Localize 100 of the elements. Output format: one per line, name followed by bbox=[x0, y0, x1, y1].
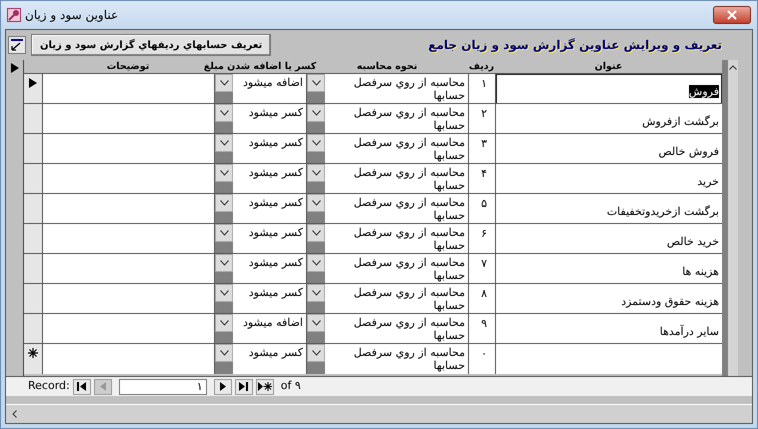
dropdown-field[interactable]: کسر میشود bbox=[214, 344, 306, 374]
table-cell: ۳ bbox=[468, 134, 495, 164]
notes-cell[interactable] bbox=[42, 74, 214, 104]
last-record-button[interactable] bbox=[234, 378, 253, 394]
chevron-down-icon bbox=[220, 110, 228, 116]
title-field[interactable]: سایر درآمدها bbox=[495, 314, 722, 344]
record-label: Record: bbox=[28, 378, 70, 394]
column-header: کسر یا اضافه شدن مبلغ bbox=[204, 60, 316, 73]
notes-cell[interactable] bbox=[42, 284, 214, 314]
scroll-left-icon[interactable] bbox=[12, 410, 17, 418]
dropdown-field[interactable]: کسر میشود bbox=[214, 104, 306, 134]
notes-cell[interactable] bbox=[42, 164, 214, 194]
close-icon bbox=[727, 10, 737, 20]
restore-icon[interactable] bbox=[8, 36, 26, 54]
table-cell: ۵ bbox=[468, 194, 495, 224]
new-record-button[interactable] bbox=[256, 378, 274, 394]
record-selector[interactable] bbox=[24, 314, 42, 344]
notes-cell[interactable] bbox=[42, 104, 214, 134]
record-selector[interactable] bbox=[24, 224, 42, 254]
record-count: of ۹ bbox=[280, 378, 301, 394]
first-icon bbox=[77, 382, 86, 391]
table-cell: ۴ bbox=[468, 164, 495, 194]
dropdown-field[interactable]: محاسبه از روي سرفصل حسابها bbox=[306, 254, 468, 284]
chevron-down-icon bbox=[312, 140, 320, 146]
record-selector[interactable] bbox=[24, 164, 42, 194]
dropdown-field[interactable]: اضافه میشود bbox=[214, 74, 306, 104]
dropdown-field[interactable]: کسر میشود bbox=[214, 194, 306, 224]
next-record-button[interactable] bbox=[214, 378, 232, 394]
chevron-down-icon bbox=[220, 350, 228, 356]
dropdown-field[interactable]: محاسبه از روي سرفصل حسابها bbox=[306, 224, 468, 254]
dropdown-field[interactable]: کسر میشود bbox=[214, 134, 306, 164]
record-number-field[interactable]: ۱ bbox=[118, 378, 207, 394]
dropdown-field[interactable]: محاسبه از روي سرفصل حسابها bbox=[306, 284, 468, 314]
dropdown-field[interactable]: محاسبه از روي سرفصل حسابها bbox=[306, 104, 468, 134]
form-icon bbox=[7, 8, 21, 22]
chevron-down-icon bbox=[220, 290, 228, 296]
next-icon bbox=[220, 382, 226, 391]
dropdown-field[interactable]: محاسبه از روي سرفصل حسابها bbox=[306, 344, 468, 374]
chevron-down-icon bbox=[312, 110, 320, 116]
first-record-button[interactable] bbox=[72, 378, 91, 394]
dropdown-field[interactable]: محاسبه از روي سرفصل حسابها bbox=[306, 134, 468, 164]
scroll-up-icon[interactable] bbox=[729, 65, 737, 70]
dropdown-field[interactable]: محاسبه از روي سرفصل حسابها bbox=[306, 314, 468, 344]
previous-icon bbox=[100, 382, 106, 391]
table-cell: ۷ bbox=[468, 254, 495, 284]
notes-cell[interactable] bbox=[42, 314, 214, 344]
table-cell: ۶ bbox=[468, 224, 495, 254]
chevron-down-icon bbox=[220, 260, 228, 266]
record-selector[interactable] bbox=[24, 344, 42, 374]
chevron-down-icon bbox=[312, 290, 320, 296]
form-title: تعریف و ویرایش عناوین گزارش سود و زیان جامع bbox=[428, 37, 722, 54]
dropdown-field[interactable]: محاسبه از روي سرفصل حسابها bbox=[306, 74, 468, 104]
chevron-down-icon bbox=[312, 230, 320, 236]
title-field[interactable]: خرید خالص bbox=[495, 224, 722, 254]
title-field[interactable]: فروش خالص bbox=[495, 134, 722, 164]
notes-cell[interactable] bbox=[42, 194, 214, 224]
record-selector[interactable] bbox=[24, 194, 42, 224]
title-field[interactable]: خرید bbox=[495, 164, 722, 194]
notes-cell[interactable] bbox=[42, 254, 214, 284]
dropdown-field[interactable]: اضافه میشود bbox=[214, 314, 306, 344]
chevron-down-icon bbox=[312, 80, 320, 86]
record-selector[interactable] bbox=[24, 284, 42, 314]
table-cell: ۹ bbox=[468, 314, 495, 344]
record-selector[interactable] bbox=[24, 134, 42, 164]
vertical-scrollbar[interactable] bbox=[722, 60, 738, 376]
column-header: نحوه محاسبه bbox=[356, 60, 418, 73]
chevron-down-icon bbox=[312, 170, 320, 176]
last-icon bbox=[239, 382, 248, 391]
record-selector[interactable] bbox=[24, 74, 42, 104]
notes-cell[interactable] bbox=[42, 344, 214, 374]
dropdown-field[interactable]: محاسبه از روي سرفصل حسابها bbox=[306, 194, 468, 224]
dropdown-field[interactable]: کسر میشود bbox=[214, 164, 306, 194]
chevron-down-icon bbox=[220, 200, 228, 206]
column-header: ردیف bbox=[468, 60, 494, 73]
title-field[interactable]: برگشت ازخریدوتخفیفات bbox=[495, 194, 722, 224]
close-button[interactable] bbox=[713, 6, 751, 24]
record-selector[interactable] bbox=[24, 254, 42, 284]
notes-cell[interactable] bbox=[42, 134, 214, 164]
notes-cell[interactable] bbox=[42, 224, 214, 254]
chevron-down-icon bbox=[220, 80, 228, 86]
column-header: توضیحات bbox=[106, 60, 150, 73]
column-header: عنوان bbox=[594, 60, 622, 73]
title-field[interactable]: هزینه ها bbox=[495, 254, 722, 284]
dropdown-field[interactable]: کسر میشود bbox=[214, 224, 306, 254]
dropdown-field[interactable]: محاسبه از روي سرفصل حسابها bbox=[306, 164, 468, 194]
new-record-icon bbox=[28, 348, 38, 358]
chevron-down-icon bbox=[312, 350, 320, 356]
title-field[interactable]: هزینه حقوق ودستمزد bbox=[495, 284, 722, 314]
title-field[interactable]: فروش bbox=[495, 74, 722, 104]
table-cell: ۲ bbox=[468, 104, 495, 134]
table-cell: ۱ bbox=[468, 74, 495, 104]
horizontal-scrollbar[interactable] bbox=[6, 404, 752, 423]
chevron-down-icon bbox=[220, 230, 228, 236]
title-field[interactable]: برگشت ازفروش bbox=[495, 104, 722, 134]
record-selector[interactable] bbox=[24, 104, 42, 134]
dropdown-field[interactable]: کسر میشود bbox=[214, 254, 306, 284]
current-record-icon bbox=[29, 78, 37, 88]
title-field[interactable] bbox=[495, 344, 722, 374]
define-accounts-button[interactable]: تعریف حسابهاي ردیفهاي گزارش سود و زیان bbox=[31, 34, 272, 56]
dropdown-field[interactable]: کسر میشود bbox=[214, 284, 306, 314]
